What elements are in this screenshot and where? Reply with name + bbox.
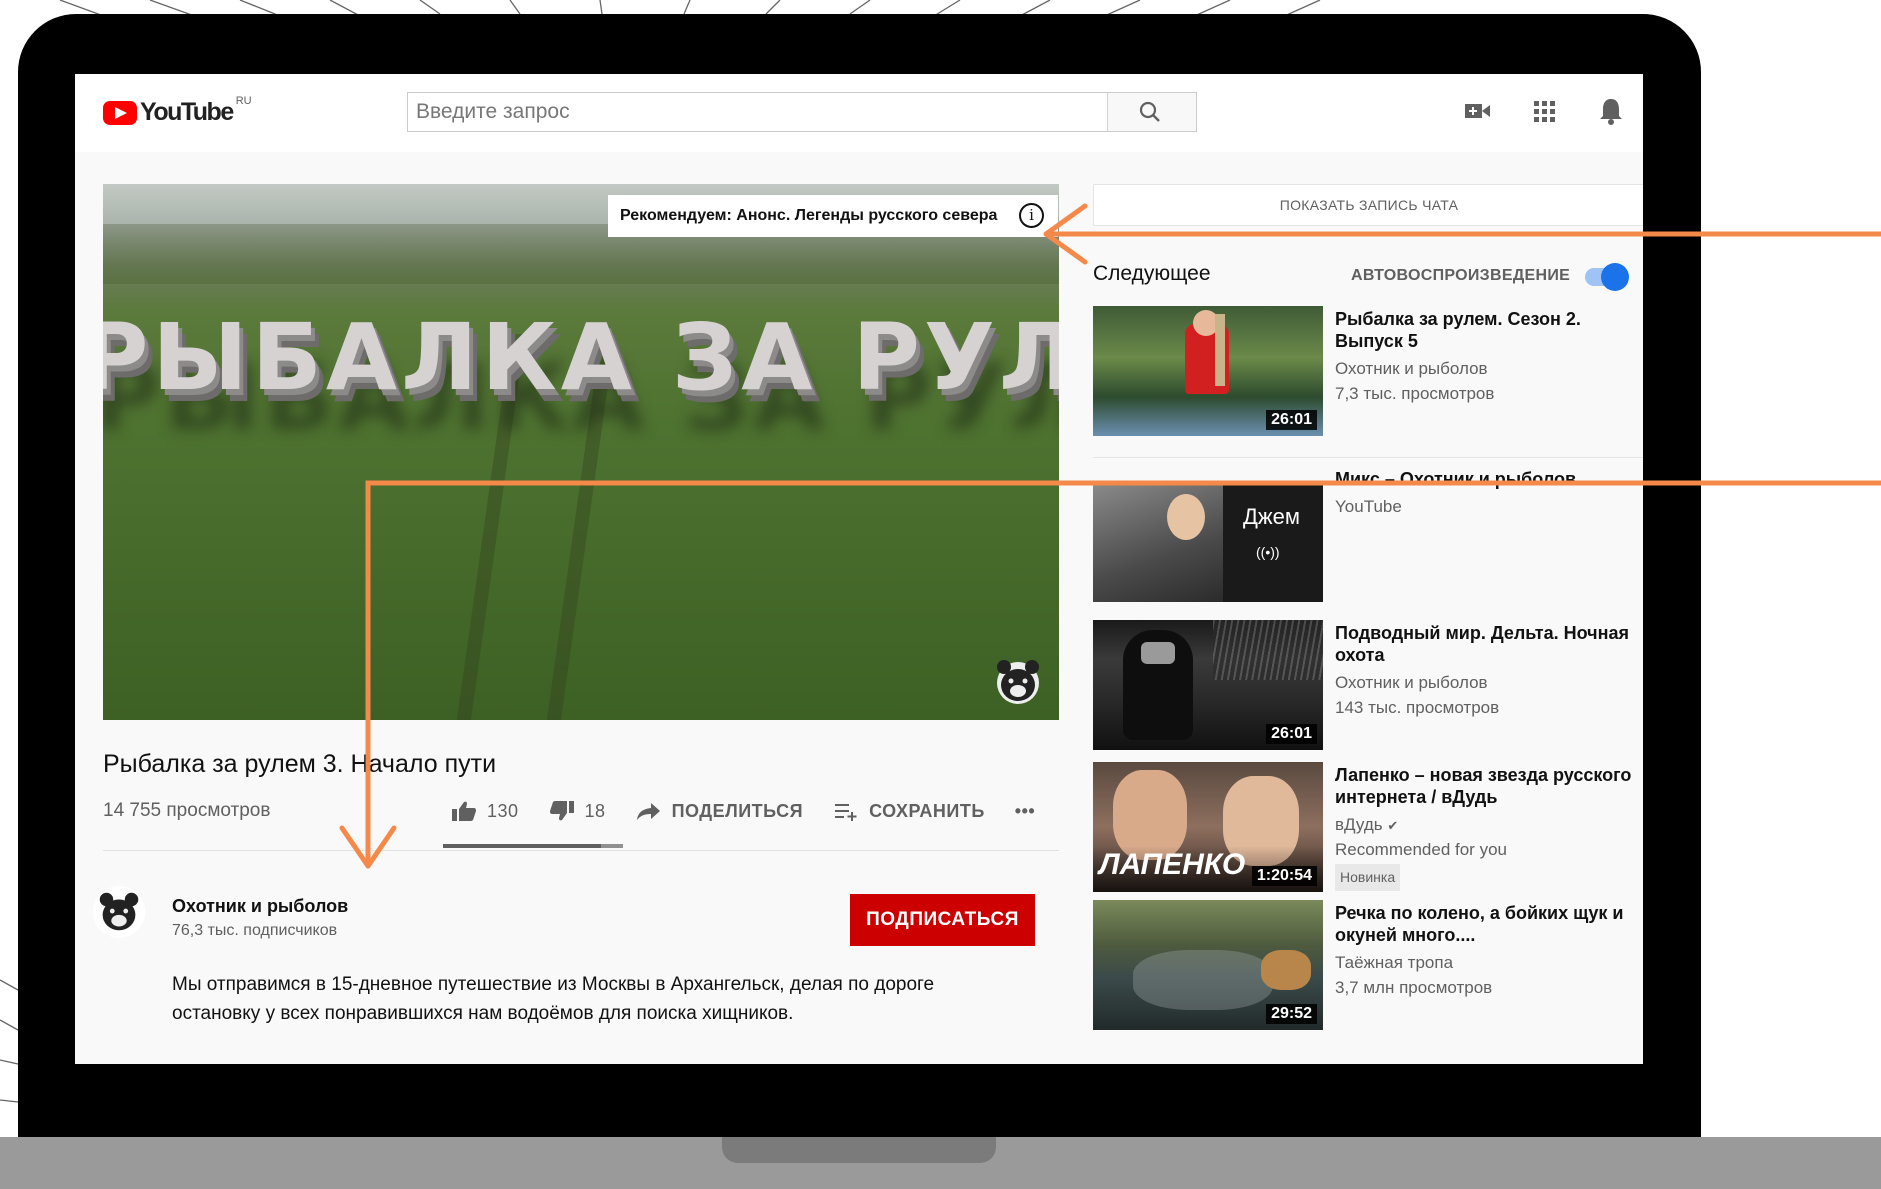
arrow-to-channel — [339, 480, 1881, 869]
arrow-to-recommendation — [1043, 203, 1881, 265]
annotation-arrows — [339, 203, 1881, 869]
